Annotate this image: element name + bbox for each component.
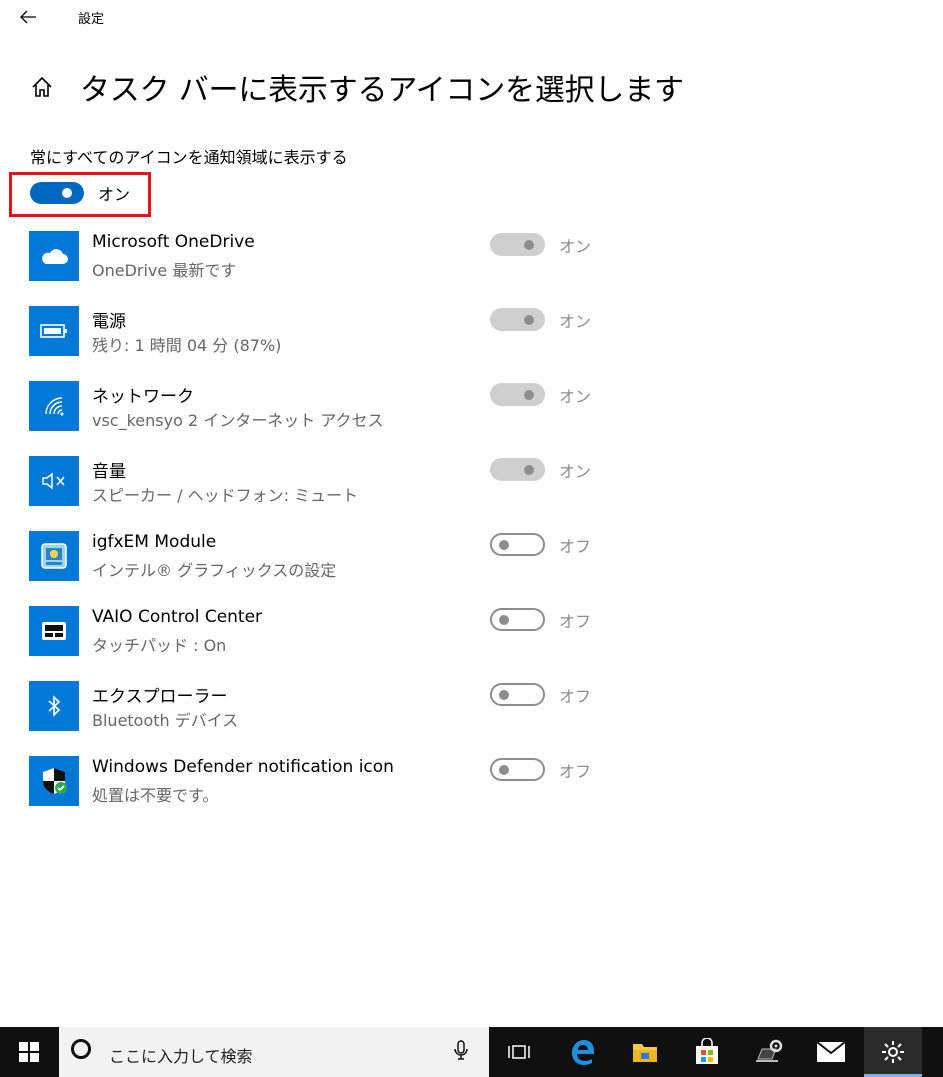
item-status: vsc_kensyo 2 インターネット アクセス	[92, 411, 384, 430]
home-icon[interactable]	[30, 75, 54, 99]
settings-gear-icon[interactable]	[864, 1027, 922, 1077]
volume-mute-icon	[29, 456, 79, 506]
toggle-state: オン	[559, 462, 592, 481]
touchpad-icon	[29, 606, 79, 656]
toggle-state: オフ	[559, 762, 592, 781]
list-item-onedrive: Microsoft OneDrive OneDrive 最新です オン	[29, 231, 929, 306]
item-name: VAIO Control Center	[92, 607, 263, 627]
defender-shield-icon	[29, 756, 79, 806]
cloud-icon	[29, 231, 79, 281]
notification-icon-list: Microsoft OneDrive OneDrive 最新です オン 電源 残…	[29, 231, 929, 831]
page-header: タスク バーに表示するアイコンを選択します	[30, 62, 684, 112]
intel-graphics-icon	[29, 531, 79, 581]
always-show-all-icons-toggle[interactable]	[30, 182, 84, 204]
title-bar: 設定	[0, 0, 943, 36]
toggle-state: オフ	[559, 612, 592, 631]
network-toggle[interactable]	[490, 383, 545, 406]
edge-icon[interactable]	[554, 1027, 612, 1077]
volume-toggle[interactable]	[490, 458, 545, 481]
search-placeholder: ここに入力して検索	[109, 1047, 253, 1066]
list-item-explorer: エクスプローラー Bluetooth デバイス オフ	[29, 681, 929, 756]
toggle-state: オフ	[559, 537, 592, 556]
list-item-defender: Windows Defender notification icon 処置は不要…	[29, 756, 929, 831]
item-name: 電源	[92, 312, 126, 332]
item-name: igfxEM Module	[92, 532, 217, 552]
list-item-power: 電源 残り: 1 時間 04 分 (87%) オン	[29, 306, 929, 381]
list-item-vaio: VAIO Control Center タッチパッド : On オフ	[29, 606, 929, 681]
list-item-igfxem: igfxEM Module インテル® グラフィックスの設定 オフ	[29, 531, 929, 606]
windows-start-icon[interactable]	[0, 1027, 58, 1077]
item-status: タッチパッド : On	[92, 636, 227, 655]
toggle-state: オン	[559, 387, 592, 406]
item-status: Bluetooth デバイス	[92, 711, 239, 730]
defender-toggle[interactable]	[490, 758, 545, 781]
vaio-toggle[interactable]	[490, 608, 545, 631]
task-view-icon[interactable]	[490, 1027, 548, 1077]
item-status: インテル® グラフィックスの設定	[92, 561, 337, 580]
mail-icon[interactable]	[802, 1027, 860, 1077]
item-name: ネットワーク	[92, 387, 194, 407]
always-show-all-icons-state: オン	[98, 185, 131, 204]
igfxem-toggle[interactable]	[490, 533, 545, 556]
toggle-state: オン	[559, 237, 592, 256]
always-show-all-icons-label: 常にすべてのアイコンを通知領域に表示する	[30, 148, 348, 167]
microphone-icon[interactable]	[454, 1039, 468, 1065]
item-status: OneDrive 最新です	[92, 261, 237, 280]
item-status: 残り: 1 時間 04 分 (87%)	[92, 336, 282, 355]
item-status: 処置は不要です。	[92, 786, 219, 805]
cortana-icon[interactable]	[71, 1039, 91, 1059]
app-title: 設定	[78, 12, 105, 27]
file-explorer-icon[interactable]	[616, 1027, 674, 1077]
onedrive-toggle[interactable]	[490, 233, 545, 256]
list-item-volume: 音量 スピーカー / ヘッドフォン: ミュート オン	[29, 456, 929, 531]
laptop-settings-icon[interactable]	[740, 1027, 798, 1077]
wifi-icon	[29, 381, 79, 431]
battery-icon	[29, 306, 79, 356]
toggle-state: オン	[559, 312, 592, 331]
back-arrow-icon[interactable]	[18, 6, 42, 28]
list-item-network: ネットワーク vsc_kensyo 2 インターネット アクセス オン	[29, 381, 929, 456]
taskbar-search-box[interactable]: ここに入力して検索	[59, 1027, 489, 1077]
item-name: エクスプローラー	[92, 687, 228, 707]
item-name: Microsoft OneDrive	[92, 232, 255, 252]
toggle-state: オフ	[559, 687, 592, 706]
toggle-knob	[62, 188, 72, 198]
taskbar: ここに入力して検索	[0, 1027, 943, 1077]
store-icon[interactable]	[678, 1027, 736, 1077]
explorer-toggle[interactable]	[490, 683, 545, 706]
item-name: 音量	[92, 462, 126, 482]
item-status: スピーカー / ヘッドフォン: ミュート	[92, 486, 359, 505]
item-name: Windows Defender notification icon	[92, 757, 394, 777]
page-title: タスク バーに表示するアイコンを選択します	[80, 73, 684, 108]
bluetooth-icon	[29, 681, 79, 731]
power-toggle[interactable]	[490, 308, 545, 331]
